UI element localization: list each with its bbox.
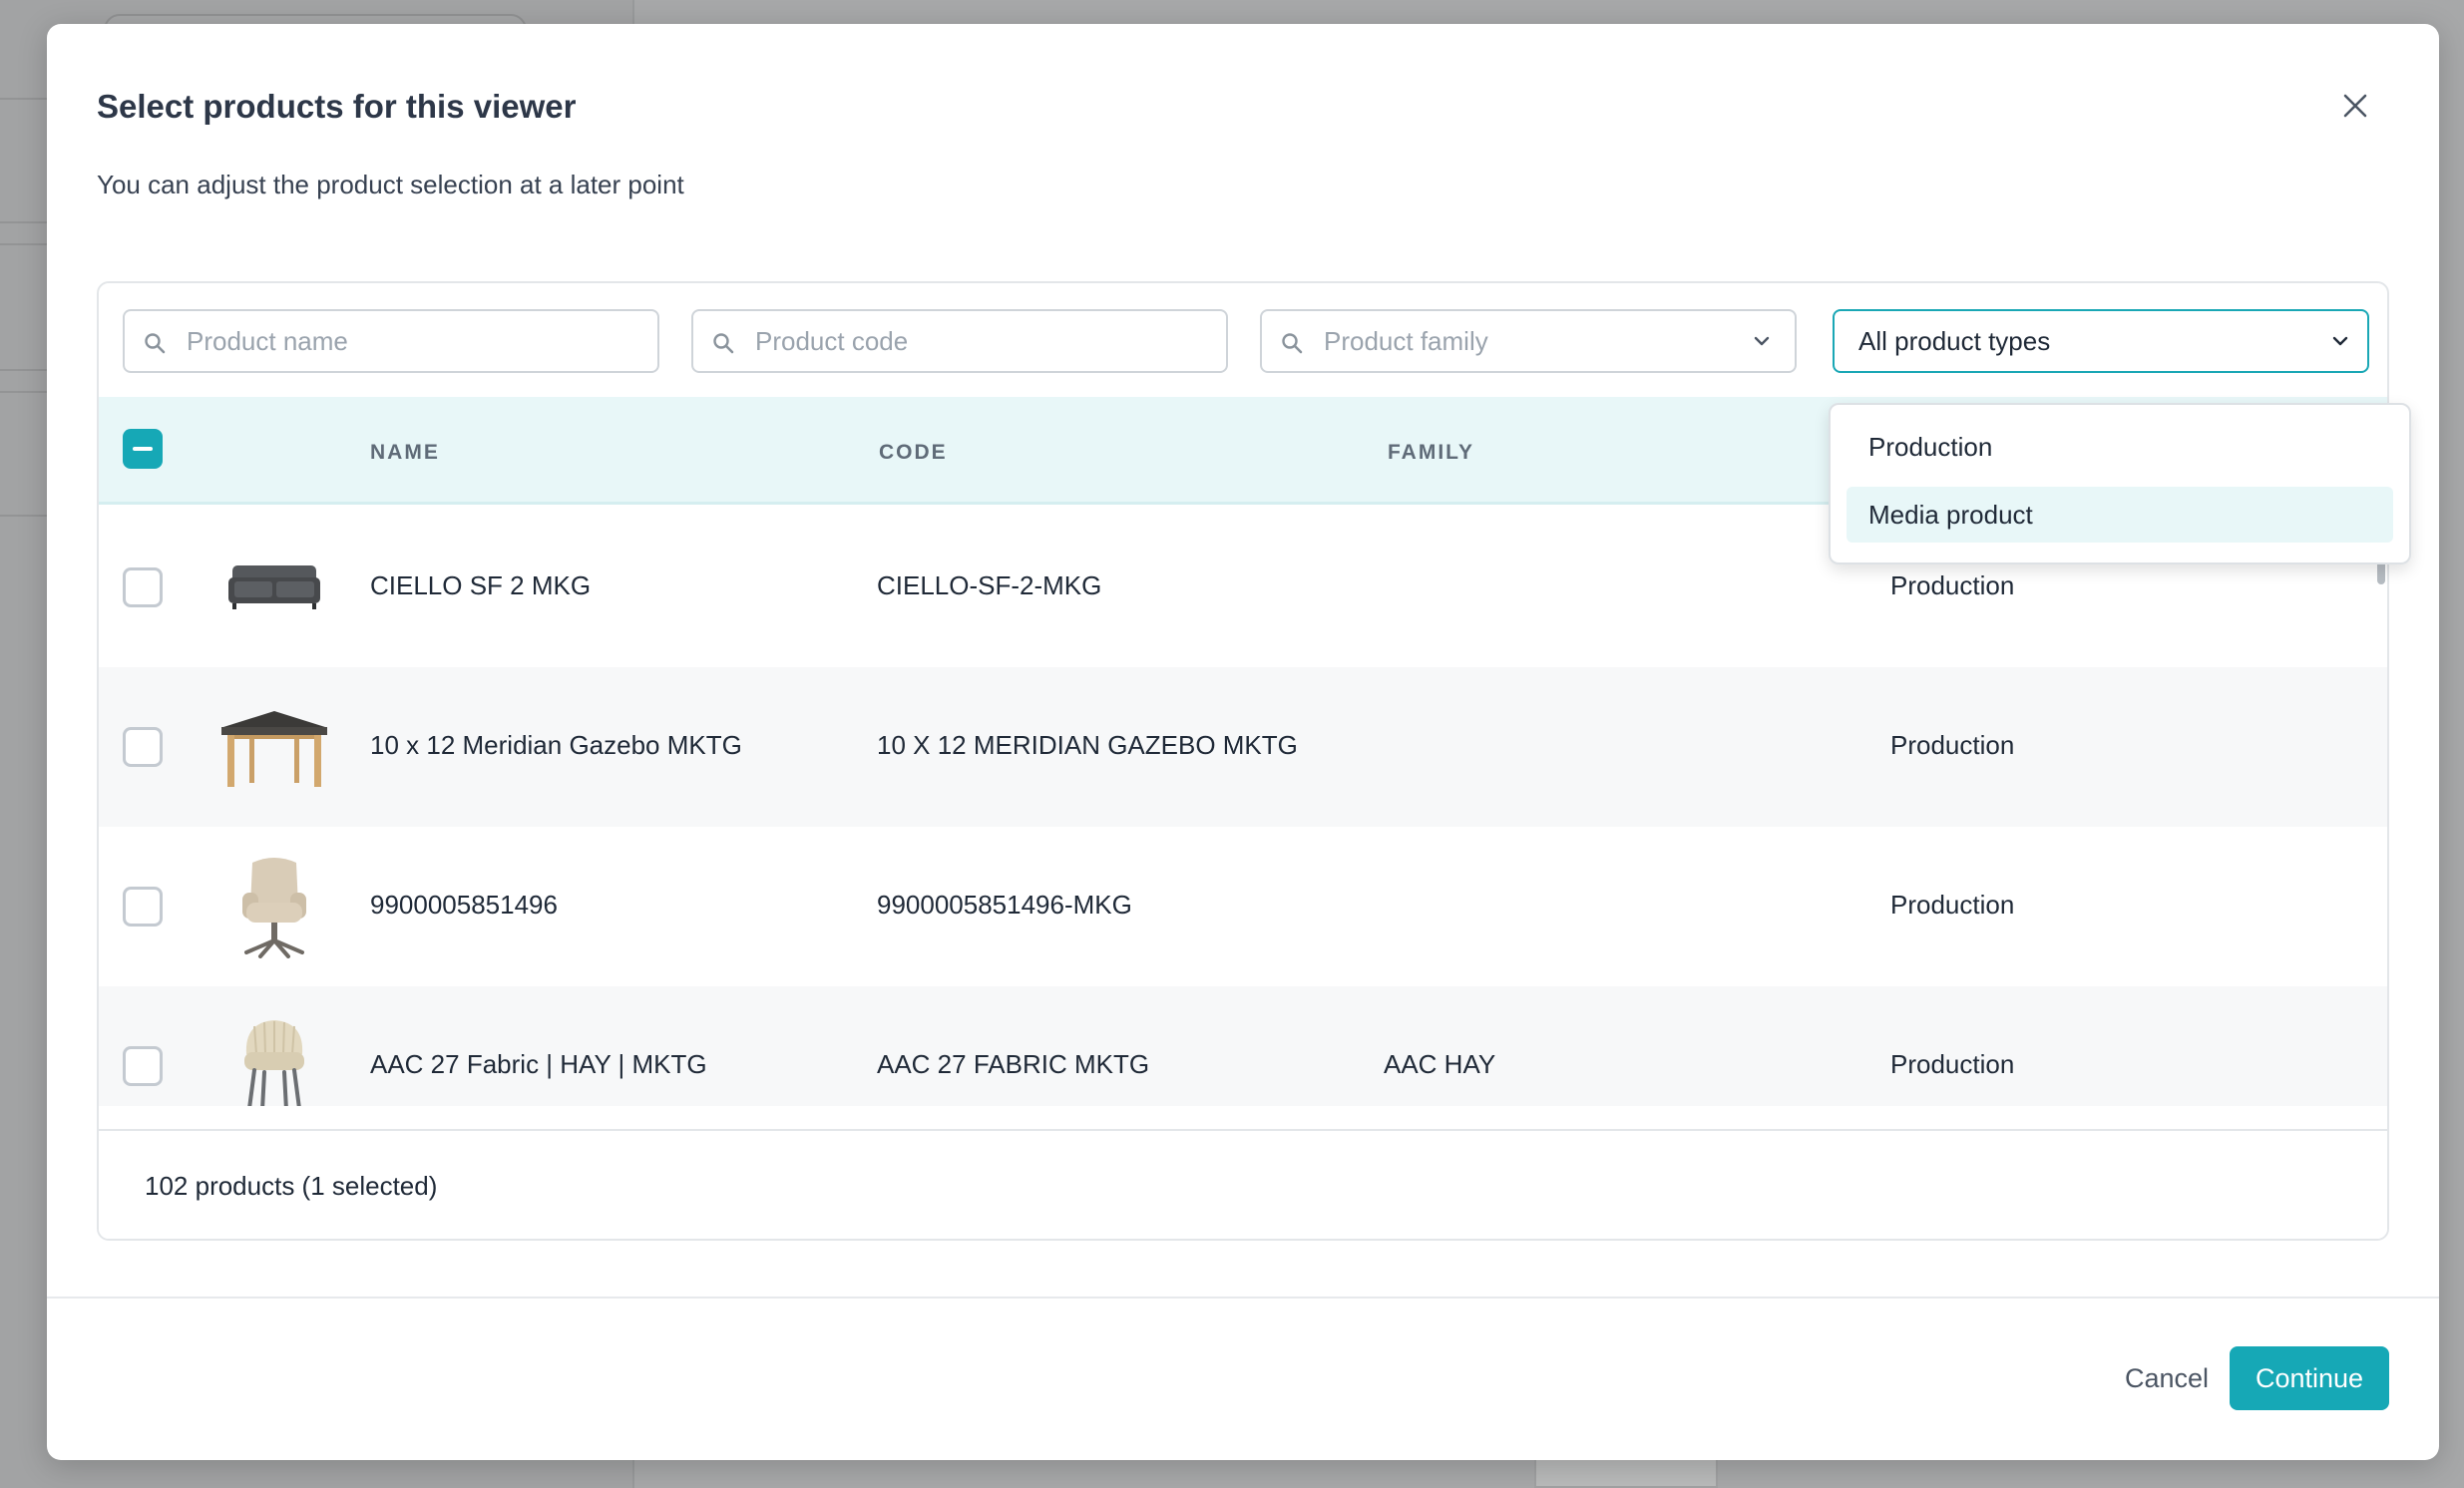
background-divider: [0, 369, 48, 371]
product-code-search-input[interactable]: [691, 309, 1228, 373]
dialog-subtitle: You can adjust the product selection at …: [97, 170, 684, 199]
cancel-button[interactable]: Cancel: [2082, 1346, 2252, 1410]
row-checkbox[interactable]: [123, 1046, 163, 1086]
product-count: 102 products (1 selected): [145, 1171, 438, 1201]
select-products-dialog: Select products for this viewer You can …: [47, 24, 2439, 1460]
menu-item-production[interactable]: Production: [1847, 419, 2393, 475]
product-code: 10 X 12 MERIDIAN GAZEBO MKTG: [877, 730, 1298, 760]
table-footer: 102 products (1 selected): [99, 1129, 2387, 1239]
product-type: Production: [1890, 570, 2015, 600]
product-type-select-value: All product types: [1858, 325, 2051, 356]
table-row[interactable]: 10 x 12 Meridian Gazebo MKTG 10 X 12 MER…: [99, 667, 2387, 827]
close-icon: [2343, 94, 2367, 118]
column-header-code[interactable]: CODE: [879, 441, 948, 465]
background-divider: [0, 98, 48, 100]
product-code: AAC 27 FABRIC MKTG: [877, 1049, 1150, 1079]
product-thumbnail-lounge-chair: [214, 847, 334, 966]
product-thumbnail-sofa: [214, 528, 334, 647]
menu-item-media-product[interactable]: Media product: [1847, 487, 2393, 543]
dialog-title: Select products for this viewer: [97, 88, 577, 125]
close-button[interactable]: [2333, 84, 2377, 128]
indeterminate-icon: [133, 447, 153, 451]
select-all-checkbox[interactable]: [123, 429, 163, 469]
product-thumbnail-gazebo: [214, 687, 334, 807]
row-checkbox[interactable]: [123, 567, 163, 607]
product-type: Production: [1890, 890, 2015, 920]
continue-button[interactable]: Continue: [2230, 1346, 2389, 1410]
product-code: 9900005851496-MKG: [877, 890, 1132, 920]
product-family: AAC HAY: [1384, 1049, 1496, 1079]
footer-divider: [47, 1297, 2439, 1299]
product-name: 10 x 12 Meridian Gazebo MKTG: [370, 730, 742, 760]
product-thumbnail-dining-chair: [214, 1006, 334, 1106]
table-row[interactable]: AAC 27 Fabric | HAY | MKTG AAC 27 FABRIC…: [99, 986, 2387, 1106]
product-name: AAC 27 Fabric | HAY | MKTG: [370, 1049, 707, 1079]
background-divider: [0, 391, 48, 393]
product-family-select[interactable]: [1260, 309, 1797, 373]
row-checkbox[interactable]: [123, 887, 163, 927]
product-name: CIELLO SF 2 MKG: [370, 570, 592, 600]
table-row[interactable]: 9900005851496 9900005851496-MKG Producti…: [99, 827, 2387, 986]
row-checkbox[interactable]: [123, 727, 163, 767]
column-header-family[interactable]: FAMILY: [1388, 441, 1474, 465]
product-name-search-input[interactable]: [123, 309, 659, 373]
product-type-menu: Production Media product: [1829, 403, 2411, 564]
product-type: Production: [1890, 1049, 2015, 1079]
background-divider: [0, 221, 48, 223]
table-body: CIELLO SF 2 MKG CIELLO-SF-2-MKG Producti…: [99, 508, 2387, 1106]
background-divider: [0, 243, 48, 245]
column-header-name[interactable]: NAME: [370, 441, 440, 465]
product-name: 9900005851496: [370, 890, 558, 920]
product-type: Production: [1890, 730, 2015, 760]
background-divider: [0, 515, 48, 517]
product-code: CIELLO-SF-2-MKG: [877, 570, 1102, 600]
product-type-select[interactable]: All product types: [1833, 309, 2369, 373]
